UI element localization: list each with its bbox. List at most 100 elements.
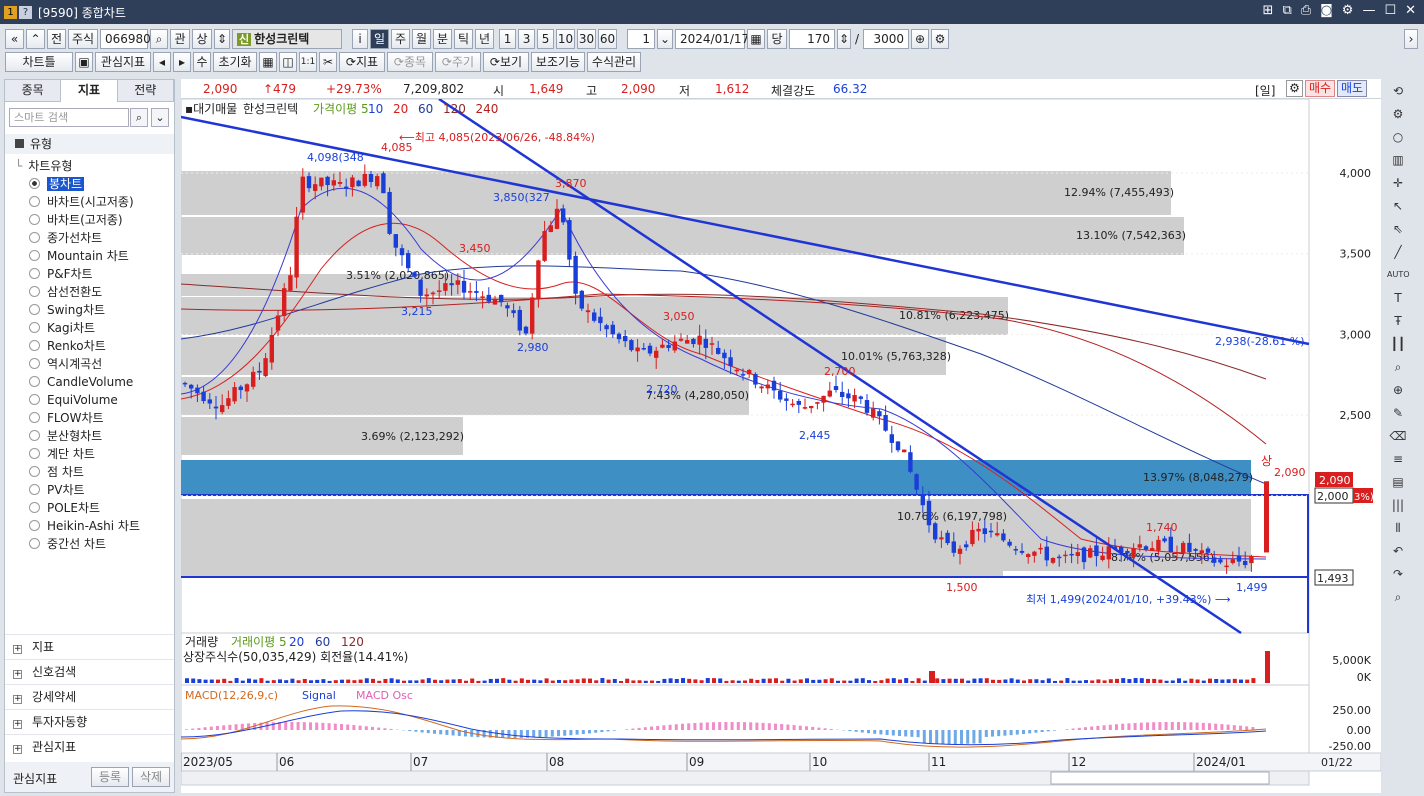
pointer-icon[interactable]: ⇖ <box>1387 218 1409 240</box>
text-icon[interactable]: T <box>1387 287 1409 309</box>
period-minute-button[interactable]: 분 <box>433 29 452 49</box>
tab-stocks[interactable]: 종목 <box>5 80 61 102</box>
interval-5-button[interactable]: 5 <box>537 29 554 49</box>
period-overlay-button[interactable]: ⟳주기 <box>435 52 481 72</box>
chart-type-option[interactable]: 중간선 차트 <box>29 535 106 553</box>
delete-button[interactable]: 삭제 <box>132 767 170 787</box>
next-arrow-button[interactable]: ▸ <box>173 52 191 72</box>
chart-type-option[interactable]: P&F차트 <box>29 265 93 283</box>
bar-chart-icon[interactable]: ▥ <box>1387 149 1409 171</box>
help-icon[interactable]: ? <box>19 6 32 19</box>
chart-type-option[interactable]: Mountain 차트 <box>29 247 129 265</box>
chart-area[interactable]: 12.94% (7,455,493)13.10% (7,542,363)3.51… <box>181 99 1381 793</box>
link-icon[interactable]: ⊞ <box>1263 3 1274 18</box>
paint-icon[interactable]: ✎ <box>1387 402 1409 424</box>
chart-type-option[interactable]: Swing차트 <box>29 301 105 319</box>
auto-icon[interactable]: AUTO <box>1387 264 1409 286</box>
up-arrow-button[interactable]: ⌃ <box>26 29 45 49</box>
undo-icon[interactable]: ↶ <box>1387 540 1409 562</box>
chart-type-option[interactable]: EquiVolume <box>29 391 118 409</box>
dang-button[interactable]: 당 <box>767 29 787 49</box>
chart-type-option[interactable]: Renko차트 <box>29 337 106 355</box>
tree-investor-trend[interactable]: +투자자동향 <box>5 709 174 734</box>
aux-function-button[interactable]: 보조기능 <box>531 52 585 72</box>
expand-icon[interactable]: ⌄ <box>151 108 169 127</box>
indicator-button[interactable]: ⟳지표 <box>339 52 385 72</box>
period-year-button[interactable]: 년 <box>475 29 494 49</box>
magnifier-icon[interactable]: ⌕ <box>1387 356 1409 378</box>
period-tick-button[interactable]: 틱 <box>454 29 473 49</box>
info-button[interactable]: i <box>352 29 368 49</box>
maximize-icon[interactable]: ☐ <box>1384 3 1396 18</box>
prev-arrow-button[interactable]: ◂ <box>153 52 171 72</box>
text-plus-icon[interactable]: Ŧ <box>1387 310 1409 332</box>
tab-indicators[interactable]: 지표 <box>61 80 117 102</box>
scissors-icon[interactable]: ✂ <box>319 52 337 72</box>
copy-icon[interactable]: ⧉ <box>1282 3 1291 18</box>
stock-code-input[interactable]: 066980 <box>100 29 148 49</box>
interval-count-input[interactable]: 1 <box>627 29 655 49</box>
prev-button[interactable]: 전 <box>47 29 66 49</box>
refresh-icon[interactable]: ⟲ <box>1387 80 1409 102</box>
circle-icon[interactable]: ○ <box>1387 126 1409 148</box>
ratio-button[interactable]: 1:1 <box>299 52 317 72</box>
grid-icon[interactable]: ▦ <box>259 52 277 72</box>
tree-favorites[interactable]: +관심지표 <box>5 734 174 759</box>
candle-icon[interactable]: ┃┃ <box>1387 333 1409 355</box>
formula-button[interactable]: 수식관리 <box>587 52 641 72</box>
register-button[interactable]: 등록 <box>91 767 129 787</box>
redo-icon[interactable]: ↷ <box>1387 563 1409 585</box>
search-icon[interactable]: ⌕ <box>130 108 148 127</box>
period-day-button[interactable]: 일 <box>370 29 389 49</box>
tree-indicators[interactable]: +지표 <box>5 634 174 659</box>
bar-count-input[interactable]: 170 <box>789 29 835 49</box>
zoom-in-icon[interactable]: ⊕ <box>1387 379 1409 401</box>
tab-strategy[interactable]: 전략 <box>118 80 174 102</box>
gear-icon[interactable]: ⚙ <box>1286 80 1303 97</box>
grid-lines-icon[interactable]: ||| <box>1387 494 1409 516</box>
print-icon[interactable]: ⎙ <box>1301 3 1311 18</box>
chart-type-option[interactable]: 계단 차트 <box>29 445 95 463</box>
tree-signal-search[interactable]: +신호검색 <box>5 659 174 684</box>
chart-type-option[interactable]: 점 차트 <box>29 463 84 481</box>
view-button[interactable]: ⟳보기 <box>483 52 529 72</box>
columns-icon[interactable]: ⦀ <box>1387 517 1409 539</box>
interval-30-button[interactable]: 30 <box>577 29 596 49</box>
tree-strength[interactable]: +강세약세 <box>5 684 174 709</box>
zoom-icon[interactable]: ⊕ <box>911 29 929 49</box>
fibonacci-icon[interactable]: ≡ <box>1387 448 1409 470</box>
stock-type-select[interactable]: 주식 <box>68 29 98 49</box>
chart-type-option[interactable]: POLE차트 <box>29 499 100 517</box>
camera-icon[interactable]: ◙ <box>1320 3 1333 18</box>
chevron-down-icon[interactable]: ⌄ <box>657 29 673 49</box>
settings-icon[interactable]: ⚙ <box>1342 3 1354 18</box>
close-icon[interactable]: ✕ <box>1405 3 1416 18</box>
price-chart-svg[interactable]: 12.94% (7,455,493)13.10% (7,542,363)3.51… <box>181 99 1381 793</box>
gann-icon[interactable]: ▤ <box>1387 471 1409 493</box>
chart-type-option[interactable]: PV차트 <box>29 481 85 499</box>
calendar-icon[interactable]: ▦ <box>747 29 765 49</box>
buy-button[interactable]: 매수 <box>1305 80 1335 97</box>
stock-overlay-button[interactable]: ⟳종목 <box>387 52 433 72</box>
period-week-button[interactable]: 주 <box>391 29 410 49</box>
cursor-icon[interactable]: ↖ <box>1387 195 1409 217</box>
chart-type-option[interactable]: FLOW차트 <box>29 409 104 427</box>
bar-count-spinner[interactable]: ⇕ <box>837 29 851 49</box>
favorite-indicator-button[interactable]: 관심지표 <box>95 52 151 72</box>
line-icon[interactable]: ╱ <box>1387 241 1409 263</box>
side-toggle-button[interactable]: › <box>1404 29 1418 49</box>
interval-60-button[interactable]: 60 <box>598 29 617 49</box>
save-icon[interactable]: ▣ <box>75 52 93 72</box>
section-type[interactable]: 유형 <box>5 134 174 154</box>
crosshair-icon[interactable]: ✛ <box>1387 172 1409 194</box>
chart-type-option[interactable]: 바차트(고저종) <box>29 211 123 229</box>
smart-search-input[interactable]: 스마트 검색 <box>9 108 129 127</box>
chart-type-option[interactable]: 분산형차트 <box>29 427 102 445</box>
reset-button[interactable]: 초기화 <box>213 52 257 72</box>
interval-3-button[interactable]: 3 <box>518 29 535 49</box>
minimize-icon[interactable]: — <box>1362 3 1375 18</box>
eraser-icon[interactable]: ⌫ <box>1387 425 1409 447</box>
chart-type-option[interactable]: 종가선차트 <box>29 229 102 247</box>
tree-chart-type[interactable]: └차트유형 <box>15 157 72 175</box>
search-zoom-icon[interactable]: ⌕ <box>1387 586 1409 608</box>
